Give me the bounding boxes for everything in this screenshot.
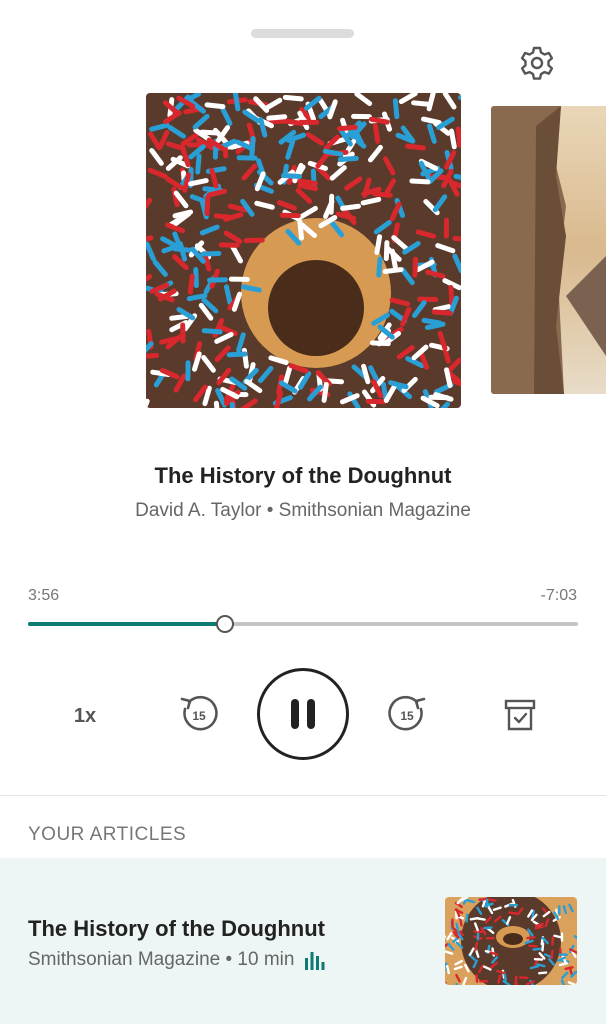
episode-subtitle: David A. Taylor • Smithsonian Magazine: [135, 500, 471, 521]
article-meta-text: Smithsonian Magazine • 10 min: [28, 949, 295, 970]
remaining-time: -7:03: [540, 587, 577, 604]
forward-15-button[interactable]: 15: [384, 692, 430, 738]
rewind-seconds-label: 15: [192, 709, 206, 723]
rewind-15-button[interactable]: 15: [176, 692, 222, 738]
elapsed-time: 3:56: [28, 587, 60, 604]
settings-button[interactable]: [516, 42, 558, 84]
forward-seconds-label: 15: [400, 709, 414, 723]
archive-icon: [504, 699, 536, 731]
rewind-15-icon: 15: [180, 695, 218, 731]
progress-bar[interactable]: [28, 615, 578, 633]
progress-knob[interactable]: [215, 615, 234, 633]
drag-handle[interactable]: [251, 29, 354, 38]
pause-icon: [291, 699, 315, 729]
speed-button[interactable]: 1x: [60, 696, 110, 736]
archive-button[interactable]: [498, 694, 542, 736]
doughnut-thumbnail-image: [445, 897, 577, 985]
article-thumbnail: [445, 897, 577, 985]
article-title: The History of the Doughnut: [28, 916, 325, 941]
article-meta: Smithsonian Magazine • 10 min: [28, 949, 326, 971]
equalizer-icon: [305, 952, 325, 970]
progress-fill: [28, 622, 225, 626]
article-row[interactable]: The History of the Doughnut Smithsonian …: [0, 858, 606, 1024]
gear-icon: [520, 46, 554, 80]
album-art-next[interactable]: [491, 106, 606, 394]
forward-15-icon: 15: [388, 695, 426, 731]
cliff-image: [491, 106, 606, 394]
pause-button[interactable]: [257, 668, 349, 760]
album-art-doughnut[interactable]: [146, 93, 461, 408]
divider: [0, 795, 606, 796]
episode-title: The History of the Doughnut: [154, 463, 452, 488]
section-title: YOUR ARTICLES: [28, 824, 187, 845]
doughnut-image: [146, 93, 461, 408]
